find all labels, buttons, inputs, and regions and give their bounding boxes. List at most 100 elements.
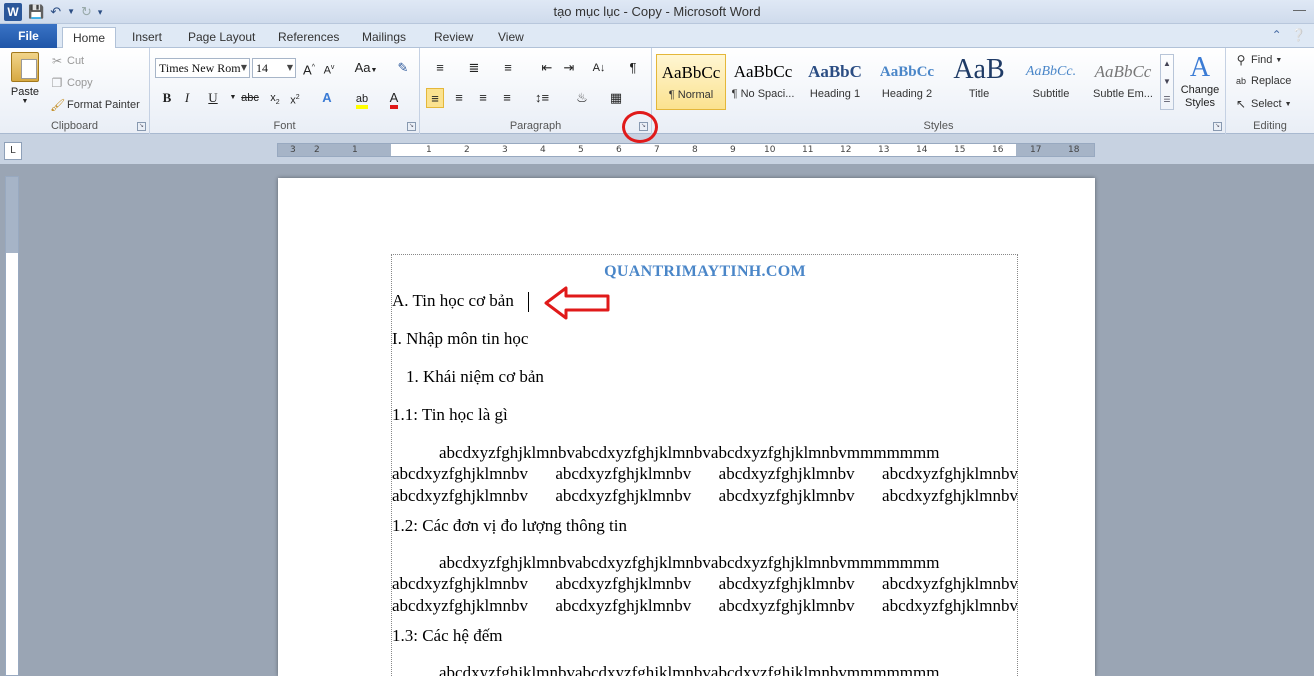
font-group: Times New Rom ▼ 14 ▼ A^ Av Aa▼ ✎ B I U ▼…: [150, 48, 420, 134]
font-name-combo[interactable]: Times New Rom ▼: [155, 58, 250, 78]
paragraph-line: abcdxyzfghjklmnbv abcdxyzfghjklmnbv abcd…: [392, 574, 1018, 593]
annotation-circle: [622, 111, 658, 143]
cut-button[interactable]: ✂ Cut: [50, 54, 84, 68]
numbering-icon[interactable]: ≣: [462, 58, 486, 78]
borders-icon[interactable]: ▦: [604, 88, 628, 108]
style-heading-1[interactable]: AaBbC Heading 1: [800, 54, 870, 110]
chevron-down-icon[interactable]: ▼: [287, 59, 293, 77]
ruler-tick: 8: [692, 145, 698, 155]
tab-selector-icon[interactable]: L: [4, 142, 22, 160]
copy-button[interactable]: ❐ Copy: [50, 76, 93, 90]
ruler-tick: 16: [992, 145, 1004, 155]
tab-page-layout[interactable]: Page Layout: [178, 27, 265, 48]
format-painter-button[interactable]: 🖌 Format Painter: [50, 98, 140, 112]
highlight-color-icon[interactable]: ab: [350, 88, 374, 109]
change-case-icon[interactable]: Aa▼: [352, 58, 380, 78]
dialog-launcher-icon[interactable]: ↘: [137, 122, 146, 131]
chevron-down-icon[interactable]: ▼: [241, 59, 247, 77]
window-controls: —: [1293, 2, 1306, 17]
clear-formatting-icon[interactable]: ✎: [394, 58, 412, 78]
paragraph-line: abcdxyzfghjklmnbvabcdxyzfghjklmnbvabcdxy…: [439, 443, 940, 462]
tab-file[interactable]: File: [0, 24, 57, 48]
align-right-icon[interactable]: ≡: [474, 88, 492, 108]
vertical-ruler[interactable]: [5, 176, 19, 676]
style-sample: AaBbC: [808, 62, 862, 81]
sort-icon[interactable]: A↓: [590, 58, 608, 78]
paragraph-line: abcdxyzfghjklmnbvabcdxyzfghjklmnbvabcdxy…: [439, 553, 940, 572]
replace-label: Replace: [1251, 75, 1292, 87]
tab-insert[interactable]: Insert: [122, 27, 172, 48]
change-styles-label: Change Styles: [1180, 84, 1220, 109]
replace-button[interactable]: ab Replace: [1234, 75, 1291, 87]
change-styles-icon: A: [1189, 52, 1211, 83]
font-color-icon[interactable]: A: [382, 88, 406, 109]
ruler-tick: 2: [464, 145, 470, 155]
strikethrough-icon[interactable]: abc: [238, 88, 262, 108]
style-no-spacing[interactable]: AaBbCc ¶ No Spaci...: [728, 54, 798, 110]
cut-label: Cut: [67, 55, 85, 67]
font-group-label: Font: [273, 120, 296, 132]
select-button[interactable]: ↖ Select ▼: [1234, 97, 1292, 111]
heading-line: A. Tin học cơ bản: [392, 291, 514, 310]
style-name: Title: [968, 88, 990, 100]
styles-scroll[interactable]: ▲ ▼ ☰: [1160, 54, 1174, 110]
ruler-tick: 12: [840, 145, 852, 155]
tab-mailings[interactable]: Mailings: [352, 27, 416, 48]
ruler-tick: 13: [878, 145, 890, 155]
help-icon[interactable]: ❔: [1291, 28, 1306, 42]
tab-home[interactable]: Home: [62, 27, 116, 49]
style-sample: AaBbCc: [661, 63, 721, 82]
change-styles-button[interactable]: A Change Styles: [1176, 52, 1224, 110]
align-center-icon[interactable]: ≡: [450, 88, 468, 108]
shrink-font-icon[interactable]: Av: [320, 58, 338, 78]
paragraph-line: abcdxyzfghjklmnbvabcdxyzfghjklmnbvabcdxy…: [439, 663, 940, 676]
bullets-icon[interactable]: ≡: [428, 58, 452, 78]
font-size-combo[interactable]: 14 ▼: [252, 58, 296, 78]
dialog-launcher-icon[interactable]: ↘: [407, 122, 416, 131]
heading-line: 1.3: Các hệ đếm: [392, 626, 503, 645]
minimize-icon[interactable]: —: [1293, 2, 1306, 17]
decrease-indent-icon[interactable]: ⇤: [538, 58, 556, 78]
grow-font-icon[interactable]: A^: [300, 58, 318, 78]
underline-icon[interactable]: U: [204, 88, 222, 108]
style-subtitle[interactable]: AaBbCc. Subtitle: [1016, 54, 1086, 110]
style-title[interactable]: AaB Title: [944, 54, 1014, 110]
heading-line: I. Nhập môn tin học: [392, 329, 529, 348]
find-button[interactable]: ⚲ Find ▼: [1234, 53, 1283, 67]
chevron-down-icon: ▼: [21, 98, 29, 105]
ruler-tick: 10: [764, 145, 776, 155]
line-spacing-icon[interactable]: ↕≡: [530, 88, 554, 108]
tab-view[interactable]: View: [488, 27, 534, 48]
superscript-icon[interactable]: x2: [286, 88, 304, 108]
subscript-icon[interactable]: x2: [266, 88, 284, 108]
pilcrow-icon[interactable]: ¶: [624, 58, 642, 78]
tab-review[interactable]: Review: [424, 27, 483, 48]
clipboard-icon: [11, 52, 39, 82]
justify-icon[interactable]: ≡: [498, 88, 516, 108]
style-name: Heading 2: [881, 88, 933, 100]
multilevel-list-icon[interactable]: ≡: [496, 58, 520, 78]
horizontal-ruler[interactable]: 3 2 1 1 2 3 4 5 6 7 8 9 10 11 12 13 14 1…: [277, 143, 1095, 157]
style-subtle-emphasis[interactable]: AaBbCc Subtle Em...: [1088, 54, 1158, 110]
italic-icon[interactable]: I: [178, 88, 196, 108]
style-name: ¶ Normal: [668, 89, 714, 101]
font-name-value: Times New Rom: [159, 61, 241, 75]
style-sample: AaBbCc: [879, 64, 935, 80]
align-left-icon[interactable]: ≡: [426, 88, 444, 108]
heading-line: 1. Khái niệm cơ bản: [406, 367, 544, 386]
document-header-text: QUANTRIMAYTINH.COM: [604, 263, 806, 280]
increase-indent-icon[interactable]: ⇥: [560, 58, 578, 78]
ruler-tick: 14: [916, 145, 928, 155]
ruler-tick: 1: [352, 145, 358, 155]
binoculars-icon: ⚲: [1236, 53, 1246, 67]
minimize-ribbon-icon[interactable]: ⌃: [1272, 28, 1282, 42]
style-heading-2[interactable]: AaBbCc Heading 2: [872, 54, 942, 110]
chevron-down-icon: ▼: [1275, 56, 1283, 64]
dialog-launcher-icon[interactable]: ↘: [1213, 122, 1222, 131]
paste-button[interactable]: Paste ▼: [8, 52, 42, 105]
bold-icon[interactable]: B: [158, 88, 176, 108]
text-effects-icon[interactable]: A: [318, 88, 336, 108]
shading-icon[interactable]: ♨: [570, 88, 594, 108]
style-normal[interactable]: AaBbCc ¶ Normal: [656, 54, 726, 110]
tab-references[interactable]: References: [268, 27, 349, 48]
